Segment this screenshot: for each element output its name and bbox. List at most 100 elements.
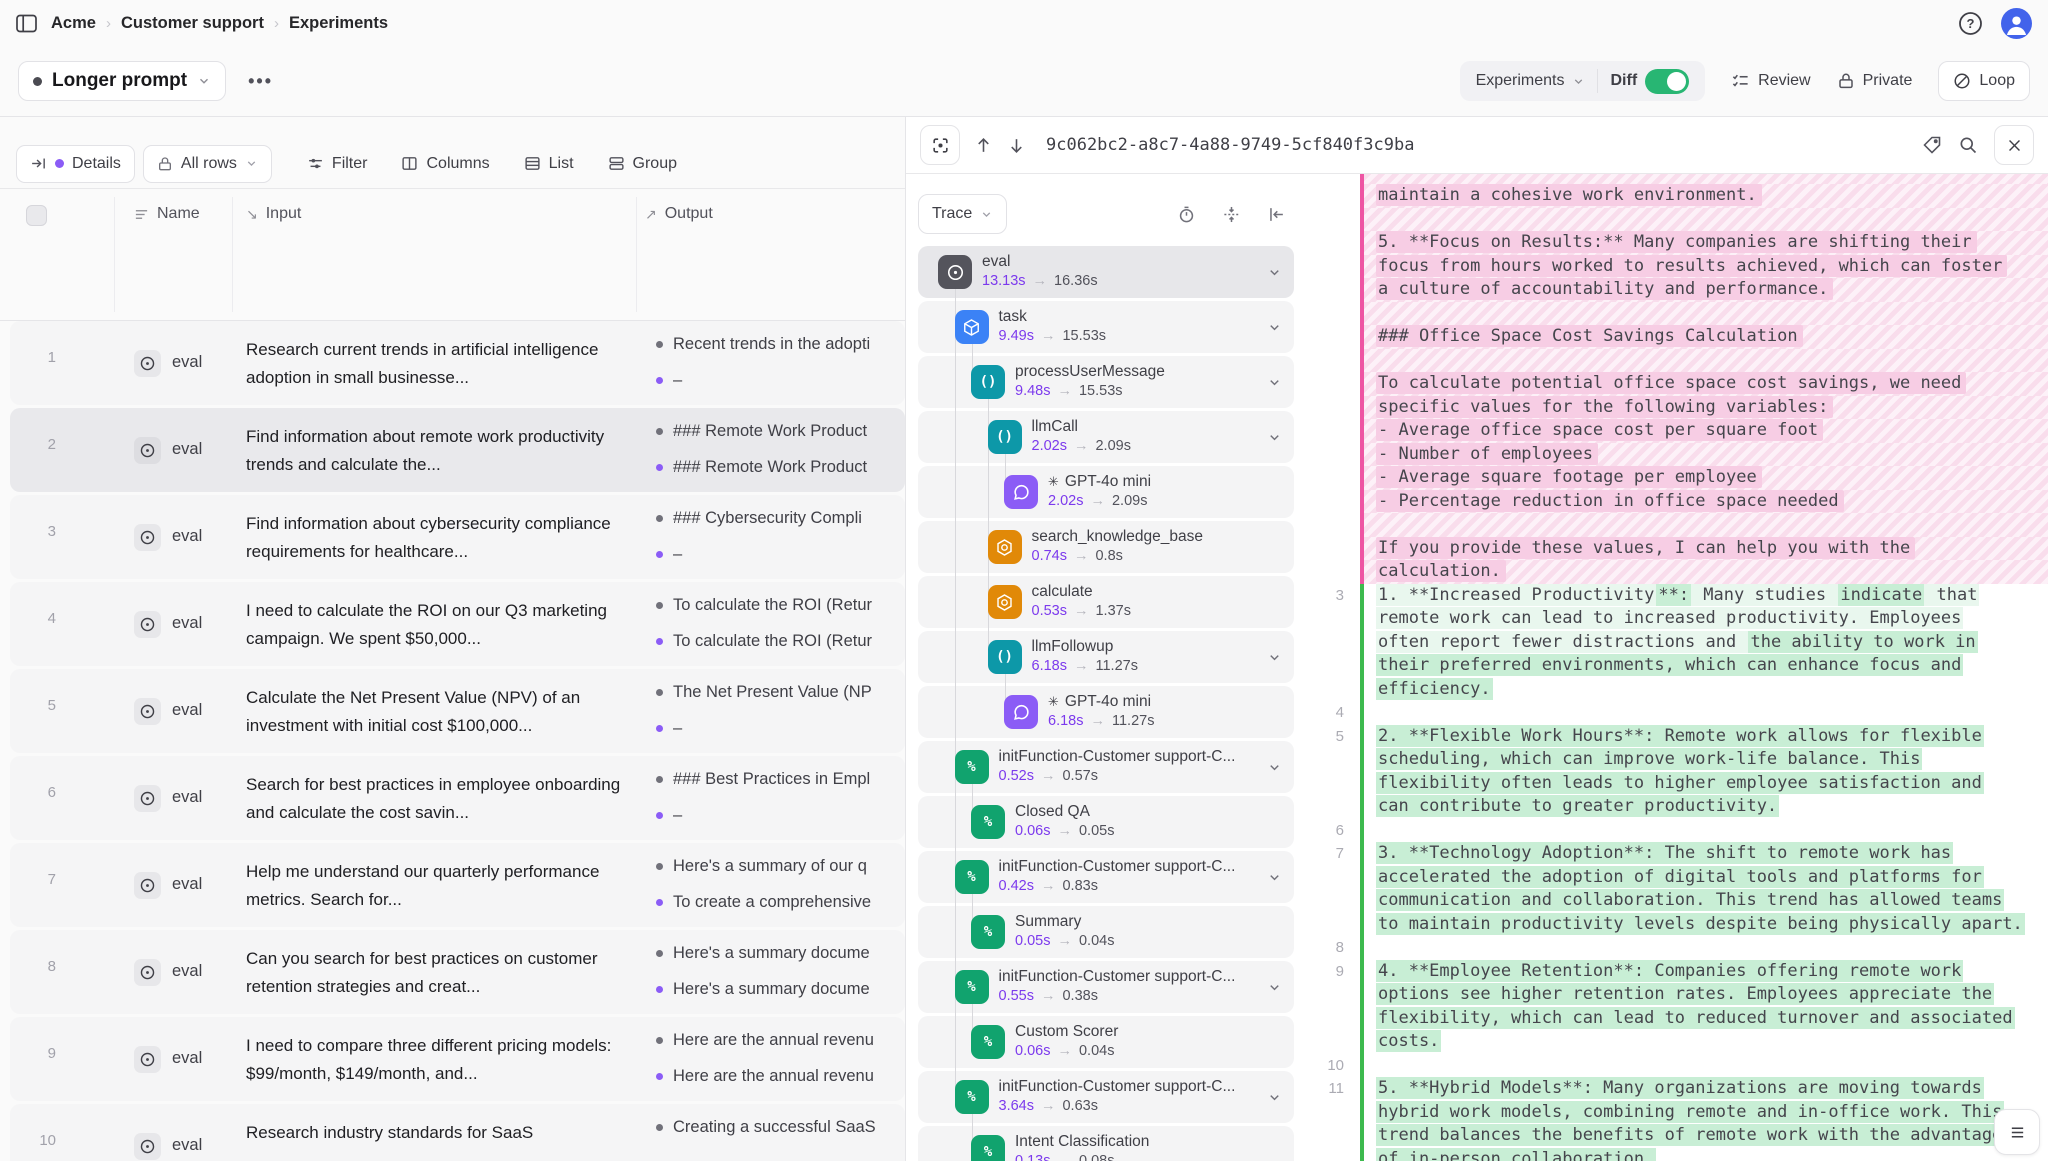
next-row-button[interactable] <box>1007 136 1026 155</box>
chevron-down-icon[interactable] <box>1267 265 1282 280</box>
arrow-up-icon <box>974 136 993 155</box>
table-row[interactable]: 4evalI need to calculate the ROI on our … <box>10 582 905 666</box>
collapse-panel-icon[interactable] <box>1267 205 1286 224</box>
diff-line-content: accelerated the adoption of digital tool… <box>1360 866 2048 890</box>
review-button[interactable]: Review <box>1731 72 1810 91</box>
trace-node[interactable]: %initFunction-Customer support-C...0.42s… <box>918 851 1294 903</box>
more-actions-button[interactable]: ••• <box>248 71 273 92</box>
diff-line: 52. **Flexible Work Hours**: Remote work… <box>1304 725 2048 749</box>
private-button[interactable]: Private <box>1837 72 1913 90</box>
trace-node[interactable]: calculate0.53s→1.37s <box>918 576 1294 628</box>
output-text: Here's a summary docume <box>673 944 870 963</box>
diff-line-content: of in-person collaboration. <box>1360 1148 2048 1161</box>
trace-node[interactable]: ()llmCall2.02s→2.09s <box>918 411 1294 463</box>
breadcrumb-separator: › <box>274 15 279 32</box>
table-row[interactable]: 8evalCan you search for best practices o… <box>10 930 905 1014</box>
chevron-down-icon[interactable] <box>1267 980 1282 995</box>
column-header-name[interactable]: Name <box>134 205 200 223</box>
diff-line: - Number of employees <box>1304 443 2048 467</box>
output-line: Creating a successful SaaS <box>656 1118 905 1137</box>
duration-primary: 0.53s <box>1032 603 1067 619</box>
trace-node[interactable]: %initFunction-Customer support-C...0.55s… <box>918 961 1294 1013</box>
diff-line: of in-person collaboration. <box>1304 1148 2048 1161</box>
trace-node[interactable]: %Intent Classification0.13s→0.08s <box>918 1126 1294 1161</box>
chevron-down-icon[interactable] <box>1267 320 1282 335</box>
table-row[interactable]: 7evalHelp me understand our quarterly pe… <box>10 843 905 927</box>
trace-node[interactable]: % initFunction-Customer support-C...3.64s… <box>918 1071 1294 1123</box>
view-selector-dropdown[interactable]: Experiments <box>1464 72 1598 90</box>
table-row[interactable]: 2evalFind information about remote work … <box>10 408 905 492</box>
list-button[interactable]: List <box>511 145 587 183</box>
filter-button[interactable]: Filter <box>294 145 381 183</box>
group-button[interactable]: Group <box>595 145 690 183</box>
row-input-cell: Find information about remote work produ… <box>246 423 642 479</box>
trace-node[interactable]: ()llmFollowup6.18s→11.27s <box>918 631 1294 683</box>
breadcrumb-item[interactable]: Experiments <box>289 14 388 33</box>
collapse-all-icon[interactable] <box>1222 205 1241 224</box>
table-row[interactable]: 3evalFind information about cybersecurit… <box>10 495 905 579</box>
all-rows-dropdown[interactable]: All rows <box>143 145 272 183</box>
trace-node[interactable]: %initFunction-Customer support-C...0.52s… <box>918 741 1294 793</box>
diff-line-content: trend balances the benefits of remote wo… <box>1360 1124 2048 1148</box>
select-all-checkbox[interactable] <box>26 205 47 226</box>
duration-primary: 2.02s <box>1032 438 1067 454</box>
prev-row-button[interactable] <box>974 136 993 155</box>
diff-line-number <box>1304 255 1360 279</box>
scorer-icon: % <box>967 1089 975 1105</box>
row-name: eval <box>172 1049 202 1068</box>
trace-node[interactable]: eval13.13s→16.36s <box>918 246 1294 298</box>
diff-line-content: - Average office space cost per square f… <box>1360 419 2048 443</box>
avatar[interactable] <box>2001 8 2032 39</box>
eval-icon <box>134 872 161 899</box>
help-icon[interactable]: ? <box>1958 11 1983 36</box>
diff-line-number: 6 <box>1304 819 1360 843</box>
chevron-down-icon[interactable] <box>1267 870 1282 885</box>
experiment-selector[interactable]: Longer prompt <box>18 61 226 101</box>
trace-node[interactable]: task9.49s→15.53s <box>918 301 1294 353</box>
row-number: 5 <box>10 697 56 714</box>
diff-menu-button[interactable] <box>1994 1109 2040 1155</box>
table-row[interactable]: 5evalCalculate the Net Present Value (NP… <box>10 669 905 753</box>
chevron-down-icon[interactable] <box>1267 375 1282 390</box>
table-row[interactable]: 6evalSearch for best practices in employ… <box>10 756 905 840</box>
column-header-output[interactable]: ↗ Output <box>645 205 713 223</box>
column-header-input[interactable]: ↘ Input <box>246 205 301 223</box>
table-row[interactable]: 9evalI need to compare three different p… <box>10 1017 905 1101</box>
arrow-down-right-icon: ↘ <box>246 206 258 223</box>
chevron-down-icon[interactable] <box>1267 760 1282 775</box>
trace-node[interactable]: ✳GPT-4o mini6.18s→11.27s <box>918 686 1294 738</box>
trace-node[interactable]: ()processUserMessage9.48s→15.53s <box>918 356 1294 408</box>
close-panel-button[interactable] <box>1994 125 2034 165</box>
trace-node-name: initFunction-Customer support-C... <box>999 968 1236 986</box>
duration-primary: 0.13s <box>1015 1153 1050 1161</box>
breadcrumb-item[interactable]: Acme <box>51 14 96 33</box>
tag-icon[interactable] <box>1922 135 1942 155</box>
expand-trace-button[interactable] <box>920 125 960 165</box>
trace-node[interactable]: search_knowledge_base0.74s→0.8s <box>918 521 1294 573</box>
chevron-down-icon[interactable] <box>1267 1090 1282 1105</box>
chevron-down-icon[interactable] <box>1267 650 1282 665</box>
trace-node[interactable]: %Closed QA0.06s→0.05s <box>918 796 1294 848</box>
search-icon[interactable] <box>1958 135 1978 155</box>
eval-icon <box>134 959 161 986</box>
columns-button[interactable]: Columns <box>388 145 502 183</box>
trace-node-meta: task9.49s→15.53s <box>999 308 1107 344</box>
trace-panel-body: Trace eval13.1 <box>906 174 2048 1161</box>
sidebar-toggle-icon[interactable] <box>16 14 37 33</box>
trace-node-meta: initFunction-Customer support-C...3.64s→… <box>999 1078 1236 1114</box>
loop-button[interactable]: Loop <box>1938 61 2030 101</box>
diff-line-content: scheduling, which can improve work-life … <box>1360 748 2048 772</box>
breadcrumb-item[interactable]: Customer support <box>121 14 264 33</box>
trace-node[interactable]: %Summary0.05s→0.04s <box>918 906 1294 958</box>
chevron-down-icon[interactable] <box>1267 430 1282 445</box>
trace-node[interactable]: ✳GPT-4o mini2.02s→2.09s <box>918 466 1294 518</box>
timing-icon[interactable] <box>1177 205 1196 224</box>
diff-toggle[interactable] <box>1645 69 1689 94</box>
eval-icon <box>134 1133 161 1160</box>
table-row[interactable]: 1evalResearch current trends in artifici… <box>10 321 905 405</box>
trace-node-name: Custom Scorer <box>1015 1023 1118 1041</box>
trace-view-dropdown[interactable]: Trace <box>918 194 1007 234</box>
table-row[interactable]: 10evalResearch industry standards for Sa… <box>10 1104 905 1161</box>
trace-node[interactable]: %Custom Scorer0.06s→0.04s <box>918 1016 1294 1068</box>
details-button[interactable]: Details <box>16 145 135 183</box>
